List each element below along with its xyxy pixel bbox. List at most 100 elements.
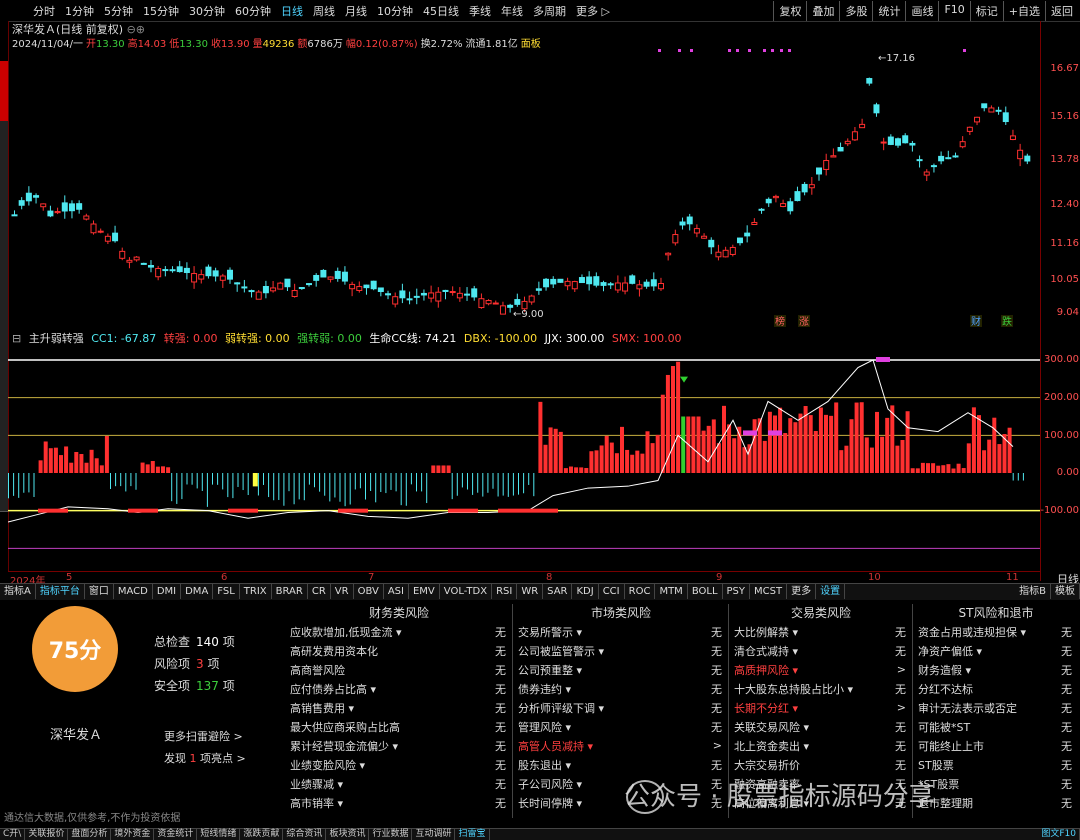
bottom-tab-5[interactable]: 短线情绪 <box>197 829 241 840</box>
tool-button-5[interactable]: F10 <box>938 1 969 21</box>
indicator-chart[interactable] <box>8 329 1040 571</box>
side-tab-7[interactable] <box>0 391 8 452</box>
risk-item[interactable]: 业绩骤减 ▾ 无 <box>286 774 512 793</box>
period-tab-7[interactable]: 周线 <box>308 3 340 19</box>
period-tab-14[interactable]: 更多 ▷ <box>571 3 615 19</box>
bottom-tab-2[interactable]: 盘面分析 <box>68 829 112 840</box>
kline-chart[interactable]: ←17.16 ←9.00 榜 涨 财 跌 <box>8 21 1040 329</box>
bottom-tab-11[interactable]: 扫雷宝 <box>455 829 490 840</box>
tool-button-3[interactable]: 统计 <box>872 1 905 21</box>
indicator-tab-10[interactable]: VR <box>331 584 354 599</box>
risk-item[interactable]: 公司预重整 ▾ 无 <box>514 660 728 679</box>
indicator-tab-9[interactable]: CR <box>308 584 331 599</box>
indicator-tab-7[interactable]: TRIX <box>240 584 272 599</box>
indicator-tab-right-0[interactable]: 模板 <box>1051 584 1080 599</box>
side-tab-5[interactable] <box>0 271 8 332</box>
tool-button-7[interactable]: +自选 <box>1002 1 1045 21</box>
bottom-tab-10[interactable]: 互动调研 <box>412 829 456 840</box>
bottom-tab-6[interactable]: 涨跌贡献 <box>240 829 284 840</box>
period-tab-4[interactable]: 30分钟 <box>184 3 230 19</box>
risk-item[interactable]: 大宗交易折价 无 <box>730 755 912 774</box>
period-tab-5[interactable]: 60分钟 <box>230 3 276 19</box>
period-tab-12[interactable]: 年线 <box>496 3 528 19</box>
indicator-tab-13[interactable]: EMV <box>409 584 440 599</box>
indicator-tab-0[interactable]: 指标A <box>0 584 36 599</box>
indicator-tab-22[interactable]: BOLL <box>688 584 723 599</box>
bottom-tab-3[interactable]: 境外资金 <box>111 829 155 840</box>
indicator-tab-16[interactable]: WR <box>517 584 544 599</box>
tool-button-6[interactable]: 标记 <box>969 1 1003 21</box>
period-tab-11[interactable]: 季线 <box>464 3 496 19</box>
indicator-tab-6[interactable]: FSL <box>213 584 240 599</box>
period-tab-10[interactable]: 45日线 <box>418 3 464 19</box>
risk-item[interactable]: 审计无法表示或否定 无 <box>914 698 1078 717</box>
risk-item[interactable]: 资金占用或违规担保 ▾ 无 <box>914 622 1078 641</box>
side-tab-4[interactable] <box>0 221 8 272</box>
bottom-tab-1[interactable]: 关联报价 <box>25 829 69 840</box>
indicator-tab-15[interactable]: RSI <box>492 584 518 599</box>
indicator-tab-2[interactable]: 窗口 <box>85 584 114 599</box>
bottom-tab-0[interactable]: C开\ <box>0 829 26 840</box>
risk-item[interactable]: *ST股票无 <box>914 774 1078 793</box>
risk-item[interactable]: 应付债券占比高 ▾ 无 <box>286 679 512 698</box>
bottom-f10[interactable]: 图文F10 <box>1038 829 1080 840</box>
period-tab-6[interactable]: 日线 <box>276 3 308 19</box>
period-tab-1[interactable]: 1分钟 <box>60 3 99 19</box>
indicator-tab-26[interactable]: 设置 <box>816 584 846 599</box>
period-tab-9[interactable]: 10分钟 <box>372 3 418 19</box>
risk-item[interactable]: 债券违约 ▾ 无 <box>514 679 728 698</box>
side-tab-2[interactable] <box>0 121 8 172</box>
risk-item[interactable]: 财务造假 ▾ 无 <box>914 660 1078 679</box>
risk-item[interactable]: 长期不分红 ▾ > <box>730 698 912 717</box>
period-tab-8[interactable]: 月线 <box>340 3 372 19</box>
bottom-tab-9[interactable]: 行业数据 <box>369 829 413 840</box>
risk-item[interactable]: 十大股东总持股占比小 ▾ 无 <box>730 679 912 698</box>
period-tab-2[interactable]: 5分钟 <box>99 3 138 19</box>
indicator-tab-23[interactable]: PSY <box>723 584 751 599</box>
side-tab-3[interactable] <box>0 171 8 222</box>
tool-button-2[interactable]: 多股 <box>839 1 872 21</box>
quote-face[interactable]: 面板 <box>521 39 541 50</box>
risk-item[interactable]: 北上资金卖出 ▾ 无 <box>730 736 912 755</box>
risk-item[interactable]: 股东退出 ▾ 无 <box>514 755 728 774</box>
side-tab-1[interactable] <box>0 61 8 122</box>
indicator-tab-5[interactable]: DMA <box>181 584 214 599</box>
risk-item[interactable]: 可能终止上市 无 <box>914 736 1078 755</box>
side-tab-8[interactable] <box>0 451 8 512</box>
risk-item[interactable]: 最大供应商采购占比高 无 <box>286 717 512 736</box>
risk-item[interactable]: 公司被监管警示 ▾ 无 <box>514 641 728 660</box>
side-tab-6[interactable] <box>0 331 8 392</box>
indicator-tab-24[interactable]: MCST <box>750 584 788 599</box>
risk-item[interactable]: 高研发费用资本化 无 <box>286 641 512 660</box>
indicator-name[interactable]: 主升弱转强 <box>29 332 84 345</box>
indicator-tab-18[interactable]: KDJ <box>572 584 599 599</box>
tool-button-1[interactable]: 叠加 <box>806 1 839 21</box>
risk-item[interactable]: 分红不达标 无 <box>914 679 1078 698</box>
risk-item[interactable]: 管理风险 ▾ 无 <box>514 717 728 736</box>
risk-item[interactable]: 分析师评级下调 ▾ 无 <box>514 698 728 717</box>
period-tab-0[interactable]: 分时 <box>28 3 60 19</box>
risk-item[interactable]: 净资产偏低 ▾ 无 <box>914 641 1078 660</box>
period-tab-3[interactable]: 15分钟 <box>138 3 184 19</box>
risk-item[interactable]: 高销售费用 ▾ 无 <box>286 698 512 717</box>
bottom-tab-7[interactable]: 综合资讯 <box>283 829 327 840</box>
tool-button-4[interactable]: 画线 <box>905 1 938 21</box>
indicator-tab-21[interactable]: MTM <box>655 584 688 599</box>
risk-item[interactable]: 交易所警示 ▾ 无 <box>514 622 728 641</box>
risk-item[interactable]: 退市整理期无 <box>914 793 1078 812</box>
tool-button-8[interactable]: 返回 <box>1045 1 1078 21</box>
risk-item[interactable]: 累计经营现金流偏少 ▾ 无 <box>286 736 512 755</box>
risk-item[interactable]: 高商誉风险 无 <box>286 660 512 679</box>
period-tab-13[interactable]: 多周期 <box>528 3 571 19</box>
indicator-tab-12[interactable]: ASI <box>384 584 409 599</box>
risk-item[interactable]: 高质押风险 ▾ > <box>730 660 912 679</box>
risk-item[interactable]: 大比例解禁 ▾ 无 <box>730 622 912 641</box>
highlight-link[interactable]: 发现 1 项亮点 > <box>164 750 246 766</box>
indicator-tab-19[interactable]: CCI <box>599 584 625 599</box>
indicator-tab-17[interactable]: SAR <box>543 584 573 599</box>
indicator-tab-11[interactable]: OBV <box>354 584 384 599</box>
indicator-tab-right-1[interactable]: 指标B <box>1015 584 1051 599</box>
indicator-tab-1[interactable]: 指标平台 <box>36 584 85 599</box>
risk-item[interactable]: 可能被*ST 无 <box>914 717 1078 736</box>
indicator-tab-3[interactable]: MACD <box>114 584 153 599</box>
